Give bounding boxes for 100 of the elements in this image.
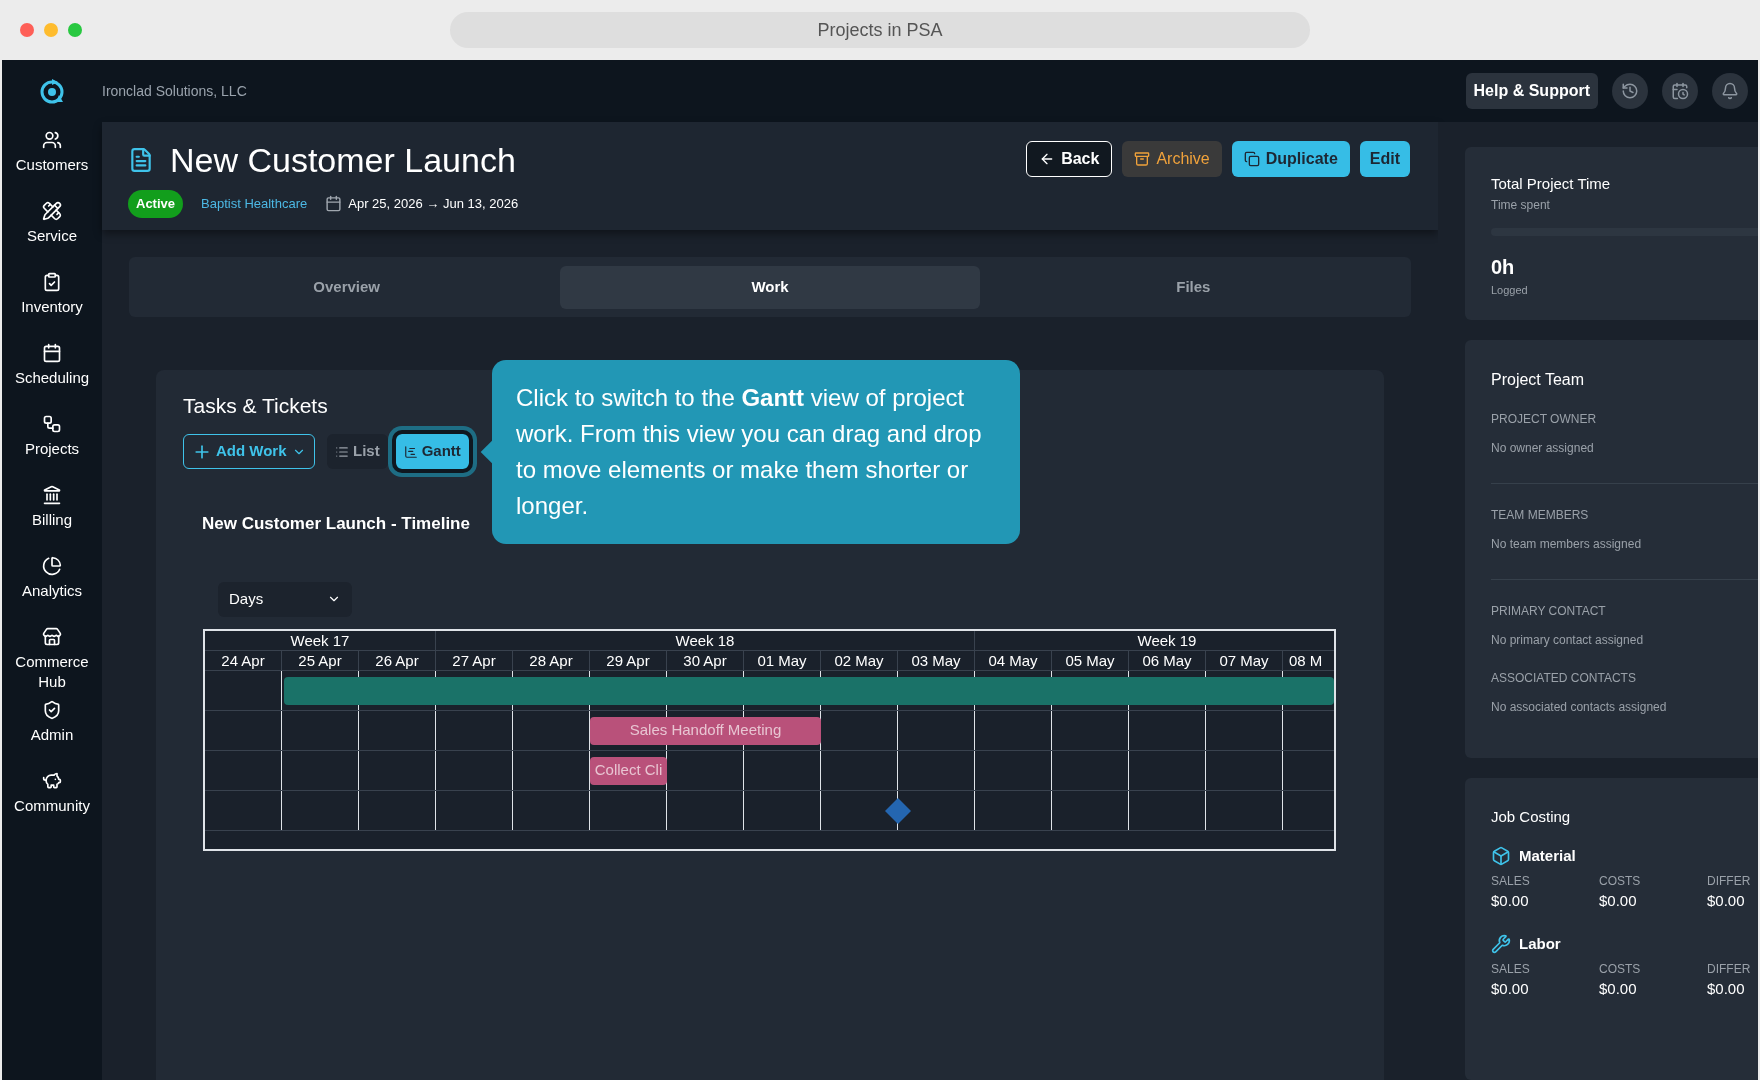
cost-group-name: Material (1519, 845, 1576, 866)
help-support-button[interactable]: Help & Support (1465, 73, 1598, 109)
day-header: 30 Apr (667, 650, 744, 670)
week-header: Week 19 (975, 630, 1334, 650)
pencil-ruler-icon[interactable] (42, 201, 62, 221)
section-title: Tasks & Tickets (183, 393, 328, 419)
cube-icon (1491, 845, 1511, 866)
sidebar-item[interactable]: Service (7, 226, 97, 246)
sidebar-item[interactable]: Billing (7, 510, 97, 530)
week-header: Week 18 (436, 630, 975, 650)
time-value-label: Logged (1491, 282, 1528, 298)
card-subtitle: Time spent (1491, 196, 1550, 214)
card-title: Total Project Time (1491, 174, 1611, 194)
field-label: ASSOCIATED CONTACTS (1491, 670, 1636, 687)
card-title: Job Costing (1491, 807, 1571, 827)
timeline-title: New Customer Launch - Timeline (202, 513, 470, 535)
field-label: PRIMARY CONTACT (1491, 603, 1606, 620)
calendar-icon (325, 195, 343, 213)
wrench-icon (1491, 933, 1511, 954)
duplicate-button[interactable]: Duplicate (1231, 141, 1350, 177)
sidebar-item[interactable]: Scheduling (7, 368, 97, 388)
list-icon (335, 444, 349, 459)
cost-group-name: Labor (1519, 933, 1561, 954)
cost-label: COSTS (1599, 961, 1641, 978)
date-range: Apr 25, 2026 → Jun 13, 2026 (348, 195, 519, 213)
copy-icon (1243, 151, 1260, 167)
field-label: TEAM MEMBERS (1491, 507, 1589, 524)
sidebar-item[interactable]: Admin (7, 725, 97, 745)
day-header: 03 May (898, 650, 975, 670)
cost-label: SALES (1491, 961, 1530, 978)
cost-label: COSTS (1599, 873, 1641, 890)
shield-icon[interactable] (42, 700, 62, 720)
project-title: New Customer Launch (170, 140, 516, 180)
tab[interactable]: Work (560, 265, 980, 309)
field-value: No associated contacts assigned (1491, 699, 1667, 716)
cost-label: DIFFER (1707, 873, 1751, 890)
card-title: Project Team (1491, 370, 1585, 390)
day-header: 07 May (1206, 650, 1283, 670)
day-header: 27 Apr (436, 650, 513, 670)
field-value: No primary contact assigned (1491, 632, 1644, 649)
gantt-icon (403, 444, 418, 459)
sidebar-item[interactable]: Customers (7, 155, 97, 175)
notifications-icon[interactable] (1712, 73, 1748, 109)
day-header: 26 Apr (359, 650, 436, 670)
document-icon (128, 147, 154, 173)
field-value: No owner assigned (1491, 440, 1594, 457)
clipboard-check-icon[interactable] (42, 272, 62, 292)
day-header: 04 May (975, 650, 1052, 670)
hierarchy-icon[interactable] (42, 414, 62, 434)
tab[interactable]: Overview (137, 265, 557, 309)
day-header: 05 May (1052, 650, 1129, 670)
cost-value: $0.00 (1707, 979, 1745, 999)
piggy-bank-icon[interactable] (42, 771, 62, 791)
logo-icon[interactable] (39, 78, 65, 104)
field-value: No team members assigned (1491, 536, 1642, 553)
cost-value: $0.00 (1599, 979, 1637, 999)
pie-chart-icon[interactable] (42, 556, 62, 576)
milestone-marker[interactable] (884, 796, 912, 825)
cost-value: $0.00 (1491, 979, 1529, 999)
bank-icon[interactable] (42, 485, 62, 505)
storefront-icon[interactable] (42, 627, 62, 647)
time-value: 0h (1491, 254, 1515, 280)
day-header: 28 Apr (513, 650, 590, 670)
summary-bar[interactable] (284, 676, 1334, 705)
day-header: 01 May (744, 650, 821, 670)
back-button[interactable]: Back (1026, 141, 1113, 177)
sidebar-item[interactable]: Analytics (7, 581, 97, 601)
day-header: 25 Apr (282, 650, 359, 670)
sidebar-item[interactable]: Projects (7, 439, 97, 459)
tab[interactable]: Files (983, 265, 1403, 309)
cost-label: SALES (1491, 873, 1530, 890)
add-work-button[interactable]: Add Work (183, 434, 315, 469)
archive-button[interactable]: Archive (1122, 141, 1222, 177)
company-name: Ironclad Solutions, LLC (102, 81, 247, 101)
customer-link[interactable]: Baptist Healthcare (201, 194, 308, 214)
day-header: 08 M (1288, 650, 1324, 670)
calendar-icon[interactable] (42, 343, 62, 363)
cost-label: DIFFER (1707, 961, 1751, 978)
cost-value: $0.00 (1599, 891, 1637, 911)
cost-value: $0.00 (1707, 891, 1745, 911)
field-label: PROJECT OWNER (1491, 411, 1597, 428)
day-header: 06 May (1129, 650, 1206, 670)
history-icon[interactable] (1612, 73, 1648, 109)
address-bar[interactable]: Projects in PSA (450, 12, 1310, 48)
people-icon[interactable] (42, 130, 62, 150)
view-toggle[interactable]: List (327, 434, 388, 469)
cost-value: $0.00 (1491, 891, 1529, 911)
day-header: 29 Apr (590, 650, 667, 670)
sidebar-item[interactable]: Commerce Hub (7, 652, 97, 692)
status-badge: Active (128, 190, 184, 218)
edit-button[interactable]: Edit (1359, 141, 1410, 177)
sidebar-item[interactable]: Community (7, 796, 97, 816)
week-header: Week 17 (205, 630, 436, 650)
scale-dropdown[interactable]: Days (218, 581, 352, 617)
calendar-clock-icon[interactable] (1662, 73, 1698, 109)
day-header: 02 May (821, 650, 898, 670)
tooltip: Click to switch to the Gantt view of project work. From this view you can drag and drop to move elements or make them shorter or longer. (492, 360, 1020, 544)
sidebar-item[interactable]: Inventory (7, 297, 97, 317)
close-window-icon[interactable] (20, 23, 34, 37)
archive-icon (1134, 151, 1151, 167)
